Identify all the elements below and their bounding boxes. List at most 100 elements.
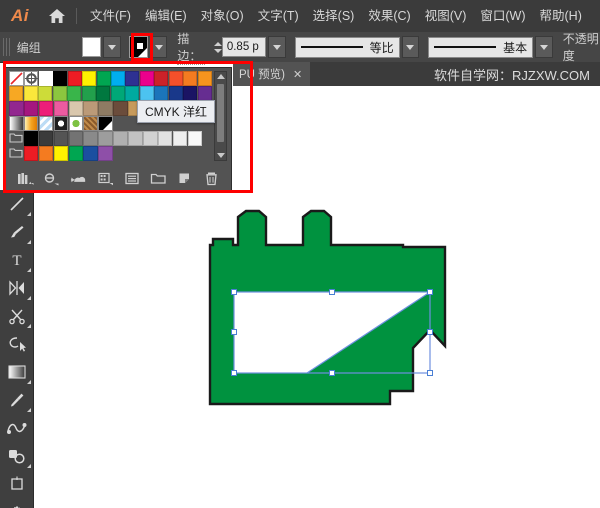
swatch-cell[interactable] [96, 86, 111, 101]
swatch-cell[interactable] [9, 116, 24, 131]
width-tool[interactable] [0, 274, 33, 302]
swatch-cell[interactable] [9, 146, 24, 161]
list-view-icon[interactable] [123, 169, 141, 187]
swatch-cell[interactable] [38, 131, 54, 146]
swatch-cell[interactable] [125, 71, 140, 86]
stroke-profile-dropdown[interactable] [401, 36, 420, 58]
swatch-cell[interactable] [38, 101, 54, 116]
shape-builder-tool[interactable] [0, 442, 33, 470]
selection-handle-bl[interactable] [231, 370, 237, 376]
swatch-cell[interactable] [81, 86, 96, 101]
swatch-cell[interactable] [83, 101, 98, 116]
swatch-cell[interactable] [143, 131, 158, 146]
swatch-cell[interactable] [23, 131, 39, 146]
paintbrush-tool[interactable] [0, 218, 33, 246]
scissors-tool[interactable] [0, 302, 33, 330]
swatch-cell[interactable] [139, 71, 154, 86]
swatch-cell[interactable] [83, 131, 98, 146]
stroke-weight-dropdown[interactable] [268, 36, 286, 58]
opacity-label[interactable]: 不透明度 [562, 30, 600, 65]
scroll-up-arrow-icon[interactable] [216, 74, 225, 79]
swatches-scrollbar[interactable] [214, 71, 227, 161]
menu-item-select[interactable]: 选择(S) [306, 0, 362, 32]
swatch-cell[interactable] [128, 131, 143, 146]
delete-swatch-icon[interactable] [203, 169, 221, 187]
home-icon[interactable] [40, 0, 74, 32]
control-bar-grip[interactable] [3, 38, 11, 56]
swatch-cell[interactable] [98, 131, 113, 146]
menu-item-window[interactable]: 窗口(W) [473, 0, 532, 32]
selection-handle-bc[interactable] [329, 370, 335, 376]
menu-item-file[interactable]: 文件(F) [83, 0, 138, 32]
color-groups-icon[interactable] [70, 169, 88, 187]
swatch-cell[interactable] [9, 71, 24, 86]
swatch-cell[interactable] [67, 86, 82, 101]
stroke-color-dropdown[interactable] [149, 36, 168, 58]
swatch-cell[interactable] [110, 71, 126, 86]
menu-item-help[interactable]: 帮助(H) [533, 0, 589, 32]
selection-handle-tr[interactable] [427, 289, 433, 295]
swatch-cell[interactable] [9, 86, 24, 101]
brush-definition-dropdown[interactable] [535, 36, 553, 58]
eyedropper-tool[interactable] [0, 386, 33, 414]
type-tool[interactable]: T [0, 246, 33, 274]
swatch-cell[interactable] [23, 146, 39, 161]
swatch-cell[interactable] [154, 71, 169, 86]
swatch-cell[interactable] [23, 86, 38, 101]
selection-handle-tl[interactable] [231, 289, 237, 295]
artboard-tool[interactable] [0, 470, 33, 498]
swatch-libraries-icon[interactable] [16, 169, 34, 187]
stroke-weight-input[interactable]: 0.85 p [221, 37, 267, 57]
swatch-cell[interactable] [139, 86, 154, 101]
swatch-cell[interactable] [82, 71, 97, 86]
swatch-cell[interactable] [68, 116, 84, 131]
swatch-cell[interactable] [38, 116, 54, 131]
menu-item-view[interactable]: 视图(V) [418, 0, 474, 32]
selection-handle-ml[interactable] [231, 329, 237, 335]
swatch-cell[interactable] [53, 146, 69, 161]
swatch-cell[interactable] [183, 86, 198, 101]
swatch-cell[interactable] [168, 86, 183, 101]
hand-tool[interactable] [0, 498, 33, 508]
swatch-cell[interactable] [9, 101, 24, 116]
swatch-cell[interactable] [197, 71, 212, 86]
blend-tool[interactable] [0, 414, 33, 442]
menu-item-type[interactable]: 文字(T) [251, 0, 306, 32]
swatch-cell[interactable] [38, 71, 53, 86]
swatch-cell[interactable] [53, 71, 68, 86]
swatch-cell[interactable] [98, 116, 113, 131]
swatch-cell[interactable] [187, 131, 203, 146]
swatch-cell[interactable] [53, 101, 69, 116]
scroll-down-arrow-icon[interactable] [216, 153, 225, 158]
menu-item-effect[interactable]: 效果(C) [361, 0, 417, 32]
swatch-cell[interactable] [96, 71, 111, 86]
swatch-cell[interactable] [52, 86, 67, 101]
swatch-cell[interactable] [168, 71, 183, 86]
fill-color-swatch[interactable] [82, 37, 102, 57]
gradient-tool[interactable] [0, 358, 33, 386]
swatch-cell[interactable] [68, 101, 84, 116]
scrollbar-thumb[interactable] [217, 84, 224, 142]
stroke-color-swatch[interactable] [128, 36, 148, 58]
swatch-cell[interactable] [197, 86, 212, 101]
line-segment-tool[interactable] [0, 190, 33, 218]
swatch-cell[interactable] [125, 86, 140, 101]
selection-handle-br[interactable] [427, 370, 433, 376]
swatch-cell[interactable] [23, 71, 39, 86]
stroke-weight-stepper[interactable] [213, 37, 222, 57]
swatch-cell[interactable] [38, 146, 54, 161]
swatch-cell[interactable] [157, 131, 173, 146]
selection-handle-tc[interactable] [329, 289, 335, 295]
swatch-cell[interactable] [38, 86, 53, 101]
swatch-cell[interactable] [110, 86, 125, 101]
swatch-cell[interactable] [68, 146, 84, 161]
swatch-cell[interactable] [53, 131, 69, 146]
swatch-cell[interactable] [23, 116, 39, 131]
brush-definition-select[interactable]: 基本 [428, 36, 534, 58]
swatch-cell[interactable] [67, 71, 82, 86]
swatch-cell[interactable] [113, 131, 128, 146]
swatch-cell[interactable] [23, 101, 39, 116]
swatch-cell[interactable] [9, 131, 24, 146]
selection-handle-mr[interactable] [427, 329, 433, 335]
document-tab[interactable]: PU 预览) ✕ [233, 62, 311, 86]
